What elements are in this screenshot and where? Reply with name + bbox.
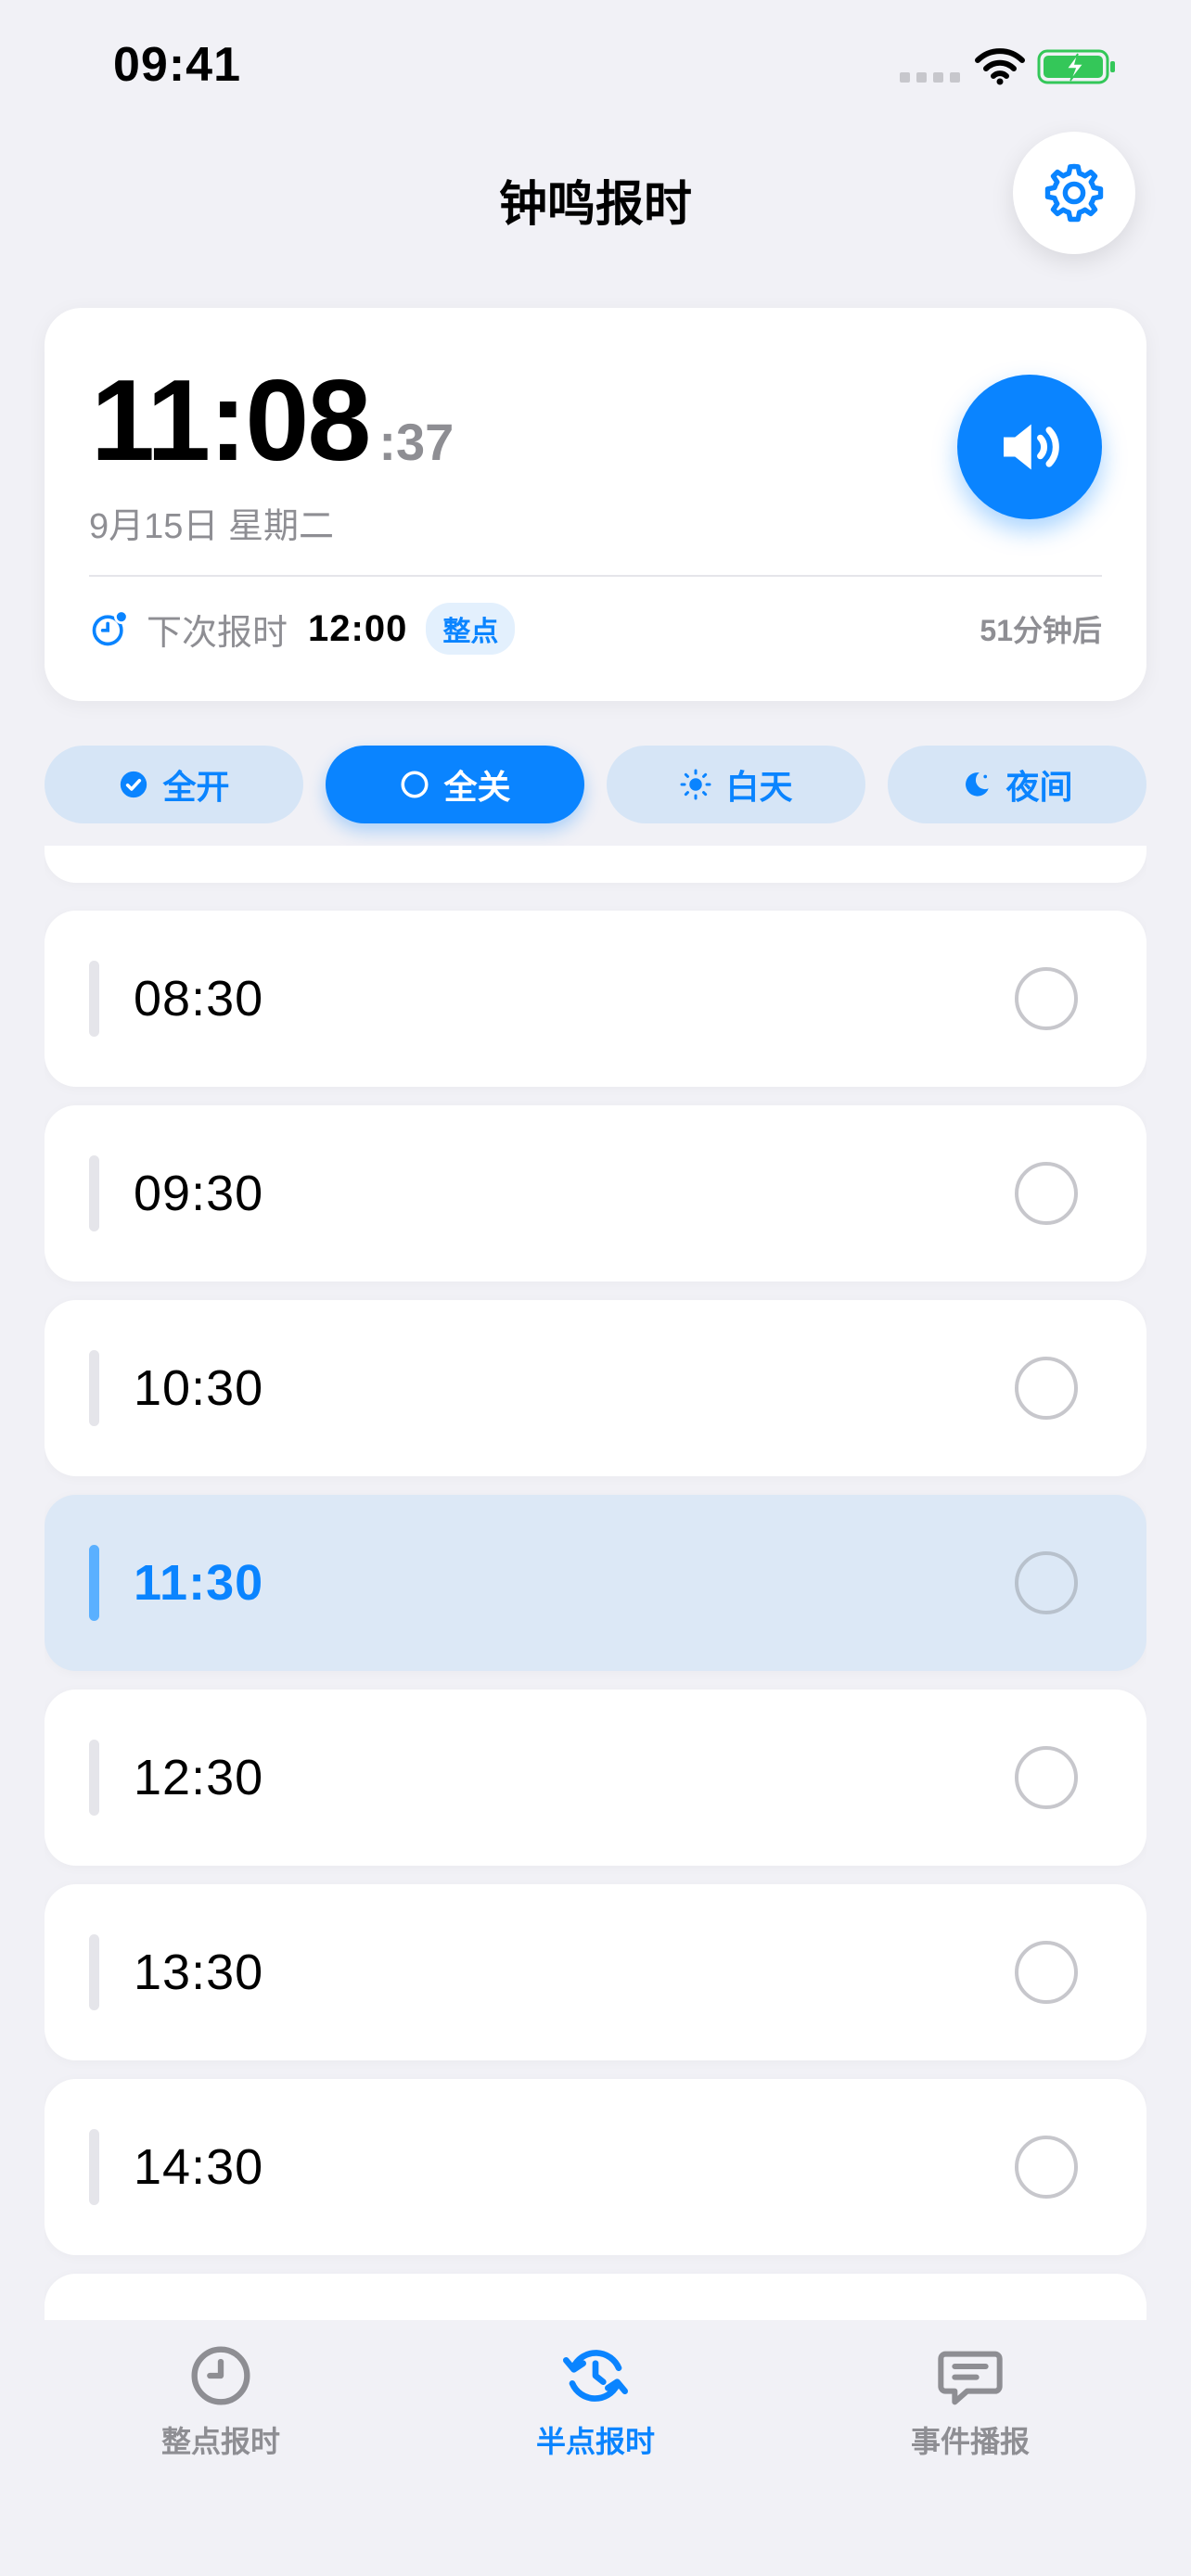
battery-icon <box>1037 49 1115 84</box>
sun-icon <box>680 769 711 800</box>
slot-row[interactable]: 14:30 <box>45 2079 1146 2255</box>
slot-time: 12:30 <box>134 1750 264 1805</box>
slot-row-current[interactable]: 11:30 <box>45 1495 1146 1671</box>
slot-time: 13:30 <box>134 1945 264 2000</box>
speaker-icon <box>1004 424 1059 470</box>
slot-row[interactable]: 09:30 <box>45 1105 1146 1282</box>
divider <box>89 575 1102 577</box>
slot-toggle[interactable] <box>1015 1357 1078 1420</box>
slot-time: 14:30 <box>134 2139 264 2195</box>
slot-indicator <box>89 1934 99 2010</box>
alarm-clock-icon <box>92 609 129 646</box>
list-item[interactable] <box>45 846 1146 883</box>
slot-time: 08:30 <box>134 971 264 1027</box>
tab-half-hour-label: 半点报时 <box>535 2425 655 2458</box>
slot-indicator <box>89 1350 99 1426</box>
current-date: 9月15日 星期二 <box>89 507 334 546</box>
current-seconds: :37 <box>378 413 455 471</box>
message-icon <box>938 2351 1003 2405</box>
slot-time: 10:30 <box>134 1360 264 1416</box>
filter-night-label: 夜间 <box>1005 768 1073 806</box>
tab-half-hour[interactable]: 半点报时 <box>456 2339 735 2461</box>
time-remaining: 51分钟后 <box>980 614 1102 647</box>
slot-time: 11:30 <box>134 1555 264 1611</box>
slot-row[interactable]: 10:30 <box>45 1300 1146 1476</box>
clock-card: 11:08 :37 9月15日 星期二 下次报时 12:00 整点 51分钟后 <box>45 308 1146 701</box>
gear-icon <box>1044 163 1104 223</box>
filter-all-on-button[interactable]: 全开 <box>45 746 303 823</box>
slot-toggle[interactable] <box>1015 1551 1078 1614</box>
filter-daytime-label: 白天 <box>725 768 793 806</box>
next-type-badge: 整点 <box>426 603 516 655</box>
cellular-signal-icon <box>900 72 960 83</box>
next-announcement: 下次报时 12:00 整点 51分钟后 <box>89 601 1102 657</box>
list-item[interactable] <box>45 2274 1146 2320</box>
filter-all-on-label: 全开 <box>162 768 230 806</box>
slot-indicator <box>89 1155 99 1231</box>
next-label: 下次报时 <box>147 613 288 653</box>
slot-row[interactable]: 12:30 <box>45 1690 1146 1866</box>
slot-toggle[interactable] <box>1015 967 1078 1030</box>
slot-indicator <box>89 961 99 1037</box>
status-bar: 09:41 <box>0 0 1191 130</box>
tab-hourly-label: 整点报时 <box>160 2425 280 2458</box>
slot-toggle[interactable] <box>1015 1746 1078 1809</box>
check-circle-icon <box>121 771 147 798</box>
tab-hourly[interactable]: 整点报时 <box>82 2339 360 2461</box>
tab-events-label: 事件播报 <box>910 2425 1030 2458</box>
tab-bar: 整点报时 半点报时 事件播报 <box>0 2320 1191 2576</box>
filter-daytime-button[interactable]: 白天 <box>607 746 865 823</box>
clock-rotate-icon <box>563 2350 628 2402</box>
slot-toggle[interactable] <box>1015 1941 1078 2004</box>
slot-time: 09:30 <box>134 1166 264 1221</box>
slot-row[interactable]: 13:30 <box>45 1884 1146 2060</box>
moon-icon <box>966 772 990 797</box>
page-title: 钟鸣报时 <box>498 178 692 232</box>
next-time: 12:00 <box>308 607 408 649</box>
slot-toggle[interactable] <box>1015 2136 1078 2199</box>
status-time: 09:41 <box>113 38 241 92</box>
slot-row[interactable]: 08:30 <box>45 911 1146 1087</box>
settings-button[interactable] <box>1013 132 1135 254</box>
slot-indicator <box>89 1545 99 1621</box>
filter-all-off-label: 全关 <box>443 768 511 806</box>
filter-night-button[interactable]: 夜间 <box>888 746 1146 823</box>
clock-icon <box>191 2346 250 2405</box>
half-hour-slot-list[interactable]: 08:30 09:30 10:30 11:30 12:30 13:30 14:3… <box>45 846 1146 2320</box>
slot-toggle[interactable] <box>1015 1162 1078 1225</box>
filter-chips: 全开 全关 白天 夜间 <box>45 746 1146 823</box>
tab-events[interactable]: 事件播报 <box>831 2339 1109 2461</box>
slot-indicator <box>89 2129 99 2205</box>
current-time: 11:08 :37 <box>91 363 454 478</box>
filter-all-off-button[interactable]: 全关 <box>326 746 584 823</box>
circle-outline-icon <box>401 771 429 798</box>
speak-time-button[interactable] <box>957 375 1102 519</box>
current-hours-minutes: 11:08 <box>91 357 371 485</box>
slot-indicator <box>89 1740 99 1816</box>
wifi-icon <box>975 48 1025 85</box>
